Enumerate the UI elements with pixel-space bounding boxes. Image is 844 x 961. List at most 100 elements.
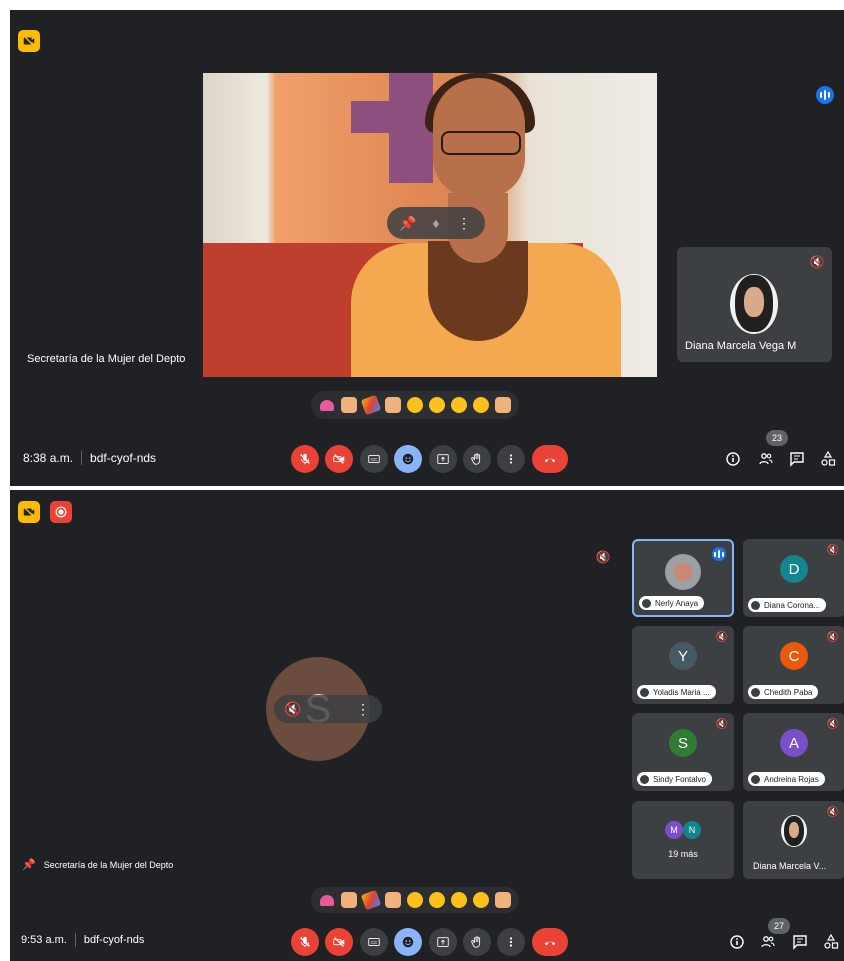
thinking-face-icon[interactable] xyxy=(473,892,489,908)
participant-name: Diana Marcela V... xyxy=(753,861,827,871)
microphone-toggle-button[interactable] xyxy=(291,928,319,956)
muted-mic-icon: 🔇 xyxy=(715,632,728,643)
camera-toggle-button[interactable] xyxy=(325,928,353,956)
captions-button[interactable]: CC xyxy=(360,445,388,473)
hand-icon xyxy=(640,774,649,784)
camera-off-tag xyxy=(18,501,40,523)
muted-mic-icon: 🔇 xyxy=(826,545,839,556)
participant-tile[interactable]: 🔇 A Andreina Rojas xyxy=(743,713,844,791)
tile-options-overlay: 📌 ♦ ⋮ xyxy=(387,207,485,239)
hand-icon xyxy=(751,774,760,784)
party-popper-icon[interactable] xyxy=(360,394,382,416)
more-options-button[interactable] xyxy=(497,445,525,473)
camera-off-icon xyxy=(23,35,35,47)
participant-avatar: S xyxy=(669,729,697,757)
participant-name-chip: Sindy Fontalvo xyxy=(637,772,712,786)
surprised-face-icon[interactable] xyxy=(429,892,445,908)
participant-avatar: N xyxy=(683,821,701,839)
leave-call-button[interactable] xyxy=(532,928,568,956)
participant-name-chip: Nerly Anaya xyxy=(639,596,705,610)
leave-call-button[interactable] xyxy=(532,445,568,473)
present-icon xyxy=(437,454,449,464)
self-view-tile[interactable]: 🔇 Diana Marcela Vega M xyxy=(677,247,832,362)
crying-face-icon[interactable] xyxy=(451,397,467,413)
clapping-hands-icon[interactable] xyxy=(385,892,401,908)
camera-off-icon xyxy=(333,454,345,464)
meeting-screenshot-2: 🔇 S 🔇 ⋮ Nerly Anaya 🔇 D Diana Corona... … xyxy=(10,490,844,961)
raise-hand-button[interactable] xyxy=(463,445,491,473)
meeting-details: 9:53 a.m. bdf-cyof-nds xyxy=(21,933,144,947)
meeting-details: 8:38 a.m. bdf-cyof-nds xyxy=(23,451,156,465)
clapping-hands-icon[interactable] xyxy=(385,397,401,413)
chat-icon xyxy=(793,935,807,950)
present-screen-button[interactable] xyxy=(429,928,457,956)
emoji-icon xyxy=(402,453,414,465)
participant-tile[interactable]: 🔇 S Sindy Fontalvo xyxy=(632,713,734,791)
muted-mic-icon: 🔇 xyxy=(826,632,839,643)
participants-button[interactable] xyxy=(758,932,778,952)
crying-face-icon[interactable] xyxy=(451,892,467,908)
svg-text:CC: CC xyxy=(371,940,377,945)
activities-icon xyxy=(821,451,836,466)
participant-tile[interactable]: 🔇 Y Yoladis Maria ... xyxy=(632,626,734,704)
more-options-icon[interactable]: ⋮ xyxy=(453,212,475,234)
hang-up-icon xyxy=(544,458,556,463)
present-screen-button[interactable] xyxy=(429,445,457,473)
thumbs-up-icon[interactable] xyxy=(341,892,357,908)
participants-button[interactable] xyxy=(756,449,776,469)
activities-icon xyxy=(824,934,839,949)
chat-button[interactable] xyxy=(787,449,807,469)
participant-tile[interactable]: 🔇 C Chedith Paba xyxy=(743,626,844,704)
recording-tag xyxy=(50,501,72,523)
participant-avatar: D xyxy=(780,555,808,583)
send-reaction-button[interactable] xyxy=(394,928,422,956)
sparkling-heart-icon[interactable] xyxy=(319,397,335,413)
camera-toggle-button[interactable] xyxy=(325,445,353,473)
meeting-info-button[interactable] xyxy=(723,449,743,469)
participant-name-chip: Andreina Rojas xyxy=(748,772,825,786)
hand-icon xyxy=(751,687,760,697)
pin-icon[interactable]: 📌 xyxy=(397,212,419,234)
speaking-indicator-icon xyxy=(816,86,834,104)
laughing-face-icon[interactable] xyxy=(407,397,423,413)
activities-button[interactable] xyxy=(821,932,841,952)
tile-options-overlay: 🔇 ⋮ xyxy=(274,695,382,723)
more-options-icon[interactable]: ⋮ xyxy=(352,698,374,720)
party-popper-icon[interactable] xyxy=(360,889,382,911)
raise-hand-button[interactable] xyxy=(463,928,491,956)
meeting-info-button[interactable] xyxy=(727,932,747,952)
muted-mic-icon: 🔇 xyxy=(826,807,839,818)
thumbs-up-icon[interactable] xyxy=(341,397,357,413)
mute-participant-icon[interactable]: ♦ xyxy=(425,212,447,234)
mute-participant-icon[interactable]: 🔇 xyxy=(282,698,304,720)
more-options-button[interactable] xyxy=(497,928,525,956)
hang-up-icon xyxy=(544,941,556,946)
muted-mic-icon: 🔇 xyxy=(595,550,611,564)
participant-tile[interactable]: 🔇 Diana Marcela V... xyxy=(743,801,844,879)
sparkling-heart-icon[interactable] xyxy=(319,892,335,908)
record-icon xyxy=(55,506,67,518)
meeting-code: bdf-cyof-nds xyxy=(83,934,145,946)
main-speaker-video[interactable]: 📌 ♦ ⋮ xyxy=(203,73,657,377)
thumbs-down-icon[interactable] xyxy=(495,397,511,413)
microphone-toggle-button[interactable] xyxy=(291,445,319,473)
chat-button[interactable] xyxy=(790,932,810,952)
laughing-face-icon[interactable] xyxy=(407,892,423,908)
more-participants-tile[interactable]: M N 19 más xyxy=(632,801,734,879)
participant-avatar: C xyxy=(780,642,808,670)
info-icon xyxy=(730,935,744,949)
participant-avatar: Y xyxy=(669,642,697,670)
mic-off-icon xyxy=(300,936,310,948)
activities-button[interactable] xyxy=(818,449,838,469)
thumbs-down-icon[interactable] xyxy=(495,892,511,908)
participant-tile[interactable]: Nerly Anaya xyxy=(632,539,734,617)
thinking-face-icon[interactable] xyxy=(473,397,489,413)
hand-icon xyxy=(751,600,760,610)
participant-name-chip: Yoladis Maria ... xyxy=(637,685,716,699)
participant-tile[interactable]: 🔇 D Diana Corona... xyxy=(743,539,844,617)
surprised-face-icon[interactable] xyxy=(429,397,445,413)
muted-mic-icon: 🔇 xyxy=(715,719,728,730)
mic-off-icon xyxy=(300,453,310,465)
captions-button[interactable]: CC xyxy=(360,928,388,956)
send-reaction-button[interactable] xyxy=(394,445,422,473)
